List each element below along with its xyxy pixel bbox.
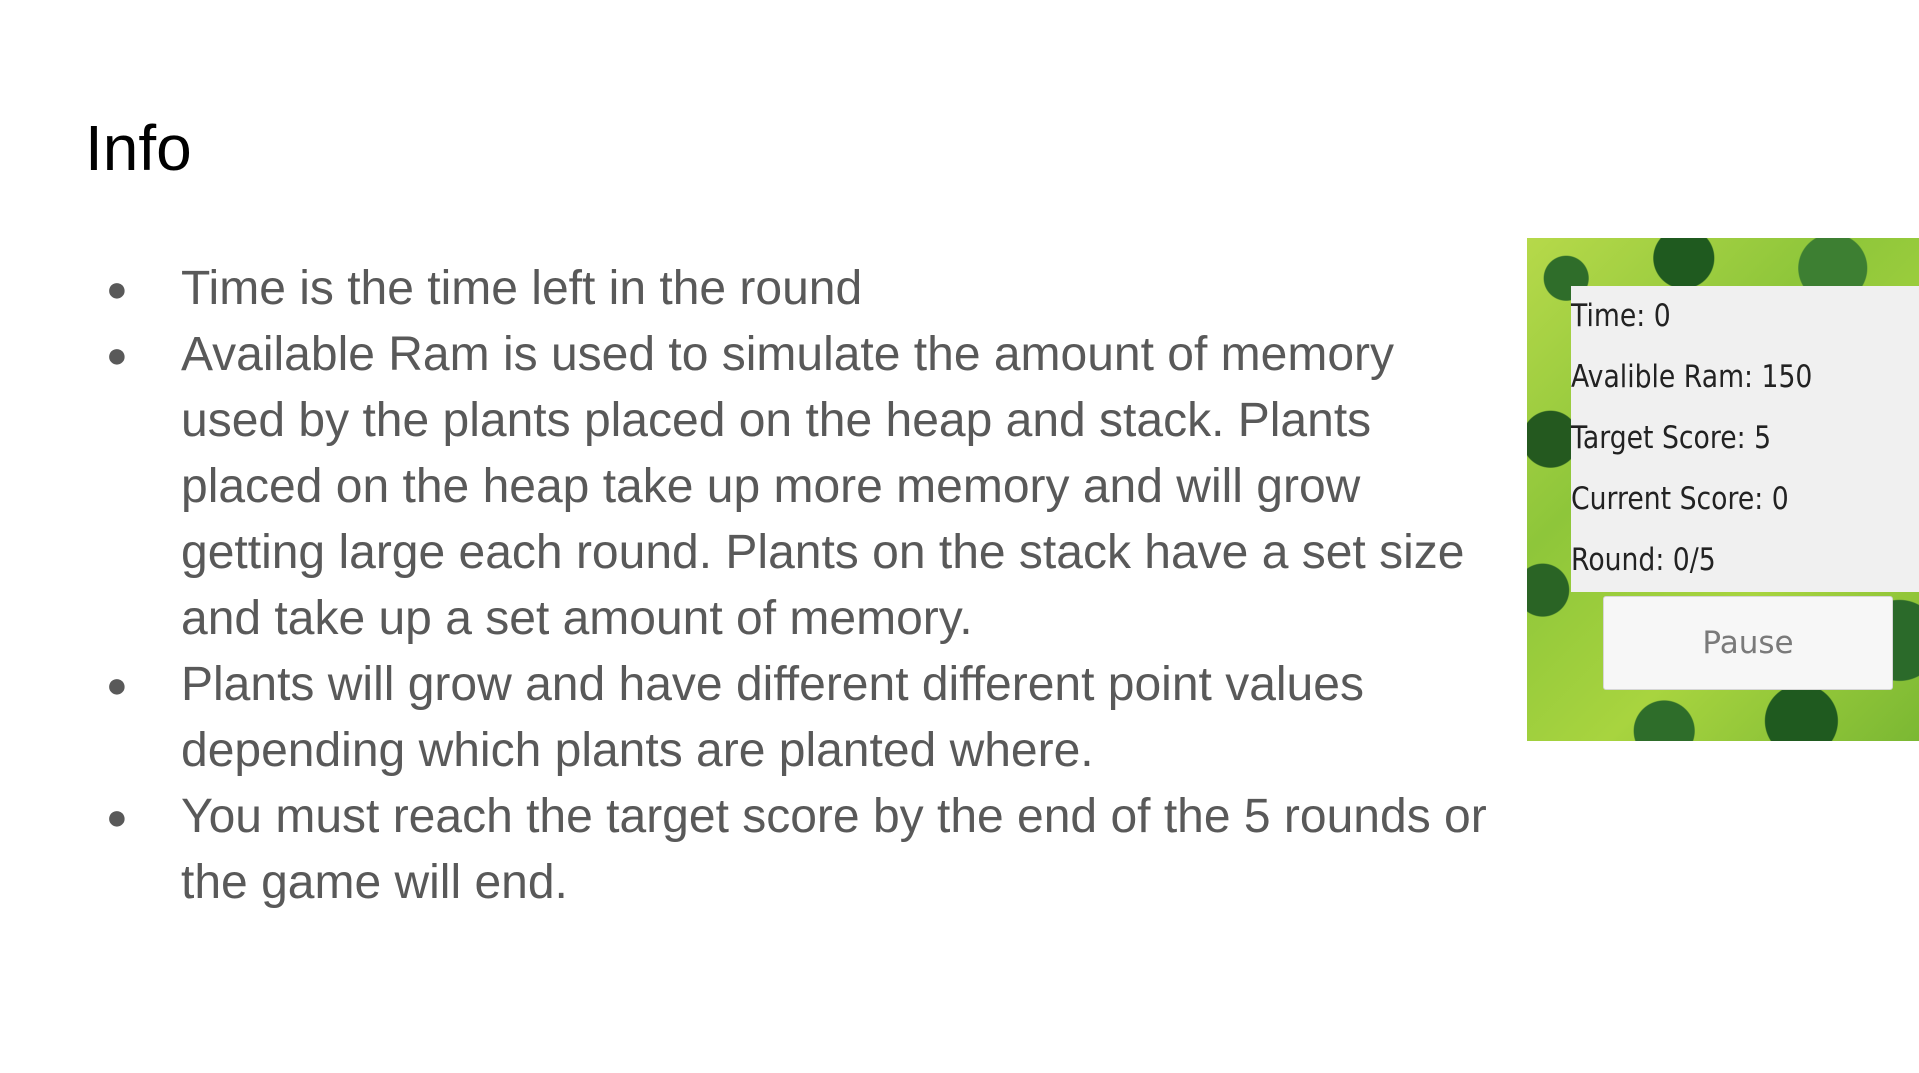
- bullet-item-time: ● Time is the time left in the round: [106, 256, 1506, 322]
- slide-title: Info: [85, 112, 192, 184]
- bullet-dot-icon: ●: [106, 664, 128, 705]
- bullet-text: Time is the time left in the round: [181, 262, 863, 315]
- bullet-dot-icon: ●: [106, 796, 128, 837]
- stat-time: Time: 0: [1571, 298, 1671, 334]
- bullet-dot-icon: ●: [106, 268, 128, 309]
- pause-button[interactable]: Pause: [1603, 596, 1893, 690]
- stat-current-score: Current Score: 0: [1571, 481, 1789, 517]
- bullet-item-ram: ● Available Ram is used to simulate the …: [106, 322, 1506, 652]
- stat-target-score: Target Score: 5: [1571, 420, 1772, 456]
- bullet-dot-icon: ●: [106, 334, 128, 375]
- stat-available-ram: Avalible Ram: 150: [1571, 359, 1813, 395]
- bullet-text: Plants will grow and have different diff…: [181, 658, 1364, 777]
- bullet-text: Available Ram is used to simulate the am…: [181, 328, 1465, 645]
- game-stats-panel: Time: 0 Avalible Ram: 150 Target Score: …: [1571, 286, 1919, 592]
- bullet-item-plants: ● Plants will grow and have different di…: [106, 652, 1506, 784]
- info-bullet-list: ● Time is the time left in the round ● A…: [106, 256, 1506, 916]
- bullet-item-target: ● You must reach the target score by the…: [106, 784, 1506, 916]
- bullet-text: You must reach the target score by the e…: [181, 790, 1487, 909]
- stat-round: Round: 0/5: [1571, 542, 1716, 578]
- game-screenshot: Time: 0 Avalible Ram: 150 Target Score: …: [1527, 238, 1919, 741]
